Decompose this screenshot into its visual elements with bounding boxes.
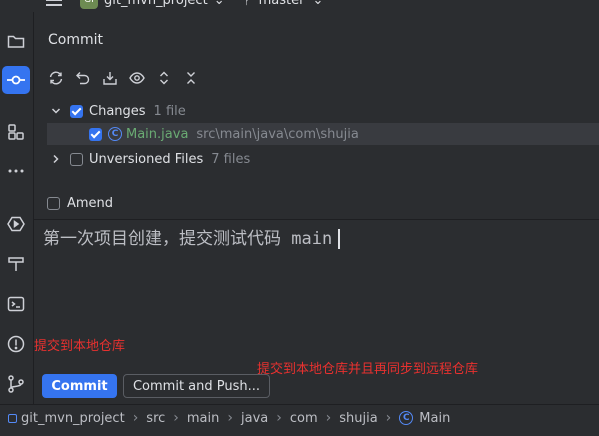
java-class-icon: C	[108, 127, 122, 141]
unversioned-checkbox[interactable]	[70, 152, 83, 166]
chevron-right-icon: ›	[276, 410, 282, 426]
branch-name: master	[258, 0, 305, 8]
structure-tool-button[interactable]	[2, 118, 30, 146]
refresh-icon	[49, 71, 63, 85]
chevron-right-icon: ›	[385, 410, 392, 426]
refresh-button[interactable]	[46, 68, 66, 88]
commit-message-text: 第一次项目创建，提交测试代码 main	[43, 229, 333, 249]
changes-label: Changes	[89, 103, 146, 119]
changes-group[interactable]: Changes 1 file	[50, 100, 186, 122]
chevron-down-icon: ⌄	[213, 0, 225, 8]
shelve-button[interactable]	[100, 68, 120, 88]
terminal-icon	[7, 296, 25, 312]
breadcrumb-item-shujia[interactable]: shujia	[339, 411, 377, 426]
chevron-right-icon: ›	[227, 410, 233, 426]
collapse-icon	[187, 72, 195, 84]
problems-tool-button[interactable]	[2, 330, 30, 358]
shelve-icon	[103, 72, 117, 85]
services-tool-button[interactable]	[2, 210, 30, 238]
annotation-commit-and-push: 提交到本地仓库并且再同步到远程仓库	[257, 362, 479, 377]
breadcrumb-item-java[interactable]: java	[241, 411, 268, 426]
preview-icon	[129, 72, 145, 84]
unversioned-group[interactable]: Unversioned Files 7 files	[50, 148, 250, 170]
more-icon	[8, 169, 24, 173]
problems-icon	[7, 335, 25, 353]
build-tool-button[interactable]	[2, 250, 30, 278]
commit-and-push-button[interactable]: Commit and Push...	[123, 374, 270, 398]
chevron-down-icon: ⌄	[312, 0, 324, 8]
project-widget[interactable]: GI git_mvn_project ⌄	[80, 0, 225, 9]
panel-title: Commit	[48, 32, 103, 48]
annotation-local-commit: 提交到本地仓库	[34, 339, 126, 354]
project-name: git_mvn_project	[104, 0, 208, 8]
status-bar: git_mvn_project › src › main › java › co…	[0, 404, 599, 436]
unversioned-label: Unversioned Files	[89, 151, 204, 167]
unversioned-count: 7 files	[211, 151, 251, 167]
services-icon	[7, 216, 25, 232]
changes-count: 1 file	[153, 103, 186, 119]
chevron-down-icon[interactable]	[50, 105, 62, 117]
build-icon	[8, 257, 24, 271]
git-tool-button[interactable]	[2, 370, 30, 398]
file-checkbox[interactable]	[89, 127, 102, 141]
preview-diff-button[interactable]	[127, 68, 147, 88]
title-bar: GI git_mvn_project ⌄ ᚹ master ⌄	[0, 0, 599, 12]
folder-icon	[7, 35, 25, 48]
amend-option[interactable]: Amend	[47, 192, 113, 214]
project-tool-button[interactable]	[2, 27, 30, 55]
expand-icon	[160, 71, 168, 85]
chevron-right-icon: ›	[325, 410, 332, 426]
breadcrumb-item-project[interactable]: git_mvn_project	[21, 411, 125, 426]
more-tools-button[interactable]	[2, 157, 30, 185]
branch-icon: ᚹ	[244, 0, 251, 7]
breadcrumb: git_mvn_project › src › main › java › co…	[8, 410, 450, 426]
text-caret	[338, 229, 340, 249]
structure-icon	[8, 124, 24, 140]
file-path: src\main\java\com\shujia	[196, 126, 359, 142]
amend-label: Amend	[67, 195, 114, 211]
breadcrumb-item-main[interactable]: main	[187, 411, 219, 426]
chevron-right-icon: ›	[173, 410, 179, 426]
commit-toolbar	[46, 68, 201, 88]
branch-widget[interactable]: ᚹ master ⌄	[244, 0, 323, 9]
commit-button[interactable]: Commit	[42, 374, 117, 398]
terminal-tool-button[interactable]	[2, 290, 30, 318]
commit-message-input[interactable]: 第一次项目创建，提交测试代码 main	[43, 224, 340, 249]
project-badge: GI	[80, 0, 98, 9]
commit-tool-button[interactable]	[2, 66, 30, 94]
divider	[34, 219, 599, 220]
java-class-icon: C	[399, 411, 414, 425]
chevron-right-icon[interactable]	[50, 153, 62, 165]
file-row[interactable]: C Main.java src\main\java\com\shujia	[47, 123, 599, 145]
file-name: Main.java	[126, 126, 189, 142]
tool-window-strip	[0, 12, 32, 404]
commit-icon	[7, 75, 25, 85]
breadcrumb-item-main-class[interactable]: Main	[419, 411, 450, 426]
collapse-all-button[interactable]	[181, 68, 201, 88]
breadcrumb-item-com[interactable]: com	[290, 411, 318, 426]
module-icon	[8, 413, 17, 423]
expand-all-button[interactable]	[154, 68, 174, 88]
git-icon	[8, 375, 24, 393]
main-menu-icon[interactable]	[46, 0, 62, 8]
amend-checkbox[interactable]	[47, 196, 60, 210]
breadcrumb-item-src[interactable]: src	[146, 411, 165, 426]
chevron-right-icon: ›	[132, 410, 139, 426]
rollback-icon	[76, 72, 90, 85]
changes-checkbox[interactable]	[70, 104, 83, 118]
rollback-button[interactable]	[73, 68, 93, 88]
